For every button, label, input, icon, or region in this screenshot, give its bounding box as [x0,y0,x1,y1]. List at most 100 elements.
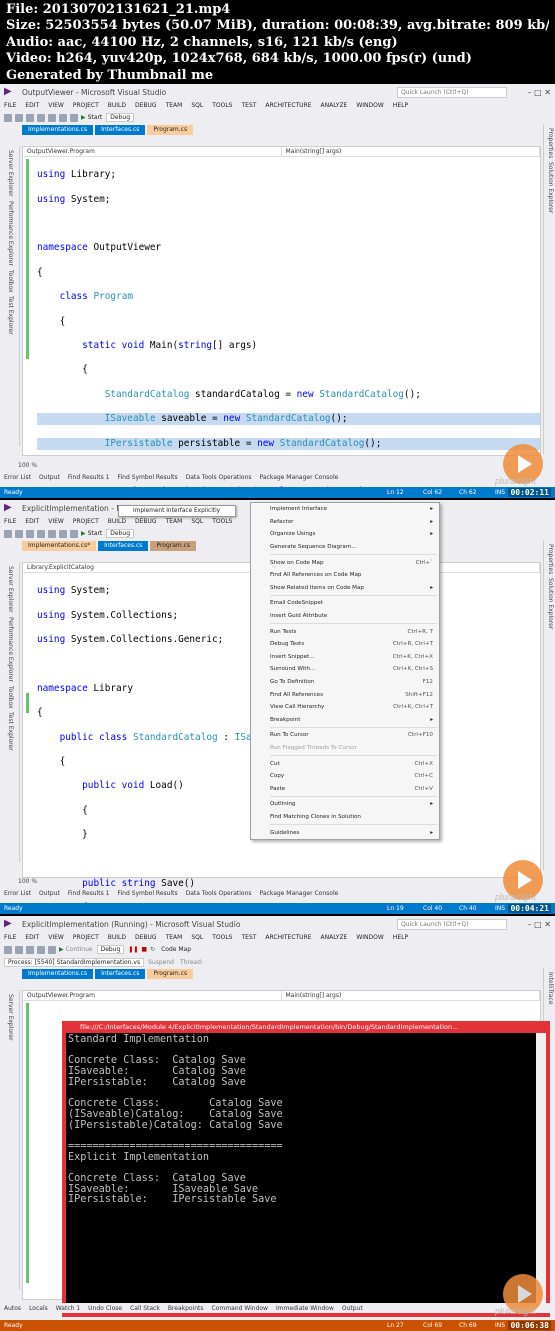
tab-implementations[interactable]: Implementations.cs [22,125,94,135]
menu-analyze[interactable]: ANALYZE [321,934,348,941]
console-scrollbar[interactable] [536,1033,546,1313]
back-icon[interactable] [4,113,12,122]
solution-explorer-tab[interactable]: Solution Explorer [546,162,554,213]
tab-command-window[interactable]: Command Window [212,1305,268,1312]
menu-window[interactable]: WINDOW [356,934,383,941]
tab-find-symbol-results[interactable]: Find Symbol Results [117,890,177,897]
context-menu-item[interactable]: Show Related Items on Code Map ▸ [251,582,439,595]
context-menu-item[interactable]: Paste Ctrl+V [251,782,439,795]
context-menu-item[interactable]: Show on Code Map Ctrl+` [251,556,439,569]
tab-autos[interactable]: Autos [4,1305,21,1312]
undo-icon[interactable] [59,529,67,538]
zoom-level[interactable]: 100 % [18,462,37,469]
zoom-level[interactable]: 100 % [18,878,37,885]
menu-edit[interactable]: EDIT [25,102,39,109]
menu-edit[interactable]: EDIT [25,518,39,525]
performance-explorer-tab[interactable]: Performance Explorer [6,617,14,682]
redo-icon[interactable] [70,529,78,538]
menu-debug[interactable]: DEBUG [135,934,157,941]
tab-breakpoints[interactable]: Breakpoints [168,1305,204,1312]
tab-program[interactable]: Program.cs [147,125,194,135]
save-icon[interactable] [48,113,56,122]
tab-package-manager-console[interactable]: Package Manager Console [260,474,339,481]
menu-build[interactable]: BUILD [108,934,126,941]
menu-sql[interactable]: SQL [191,934,203,941]
code-text[interactable]: using Library; using System; namespace O… [23,157,540,498]
tab-implementations[interactable]: Implementations.cs [22,969,94,979]
break-all-icon[interactable]: ❚❚ [128,946,138,953]
menu-test[interactable]: TEST [241,934,256,941]
context-menu-item[interactable]: Find Matching Clones in Solution [251,811,439,824]
context-menu-item[interactable]: Refactor ▸ [251,516,439,529]
tab-error-list[interactable]: Error List [4,474,31,481]
tab-find-symbol-results[interactable]: Find Symbol Results [117,474,177,481]
menu-architecture[interactable]: ARCHITECTURE [265,934,311,941]
tab-program[interactable]: Program.cs [147,969,194,979]
code-map-button[interactable]: Code Map [161,946,191,953]
context-menu-item[interactable]: Surround With... Ctrl+K, Ctrl+S [251,663,439,676]
forward-icon[interactable] [15,113,23,122]
code-editor[interactable]: OutputViewer.Program Main(string[] args)… [22,146,541,497]
menu-tools[interactable]: TOOLS [212,518,232,525]
context-menu-item[interactable]: Insert Guid Attribute [251,610,439,623]
tab-interfaces[interactable]: Interfaces.cs [95,125,146,135]
menu-build[interactable]: BUILD [108,518,126,525]
menu-help[interactable]: HELP [393,934,408,941]
test-explorer-tab[interactable]: Test Explorer [6,712,14,751]
type-dropdown[interactable]: OutputViewer.Program [23,991,282,1000]
tab-find-results-1[interactable]: Find Results 1 [68,474,110,481]
toolbox-tab[interactable]: Toolbox [6,270,14,293]
menu-analyze[interactable]: ANALYZE [321,102,348,109]
tab-immediate-window[interactable]: Immediate Window [276,1305,334,1312]
open-icon[interactable] [37,529,45,538]
menu-file[interactable]: FILE [4,102,16,109]
tab-call-stack[interactable]: Call Stack [130,1305,160,1312]
tab-locals[interactable]: Locals [29,1305,48,1312]
forward-icon[interactable] [15,529,23,538]
console-window[interactable]: file:///C:/Interfaces/Module 4/ExplicitI… [62,1021,550,1317]
window-controls[interactable]: – □ ✕ [507,920,555,929]
tab-find-results-1[interactable]: Find Results 1 [68,890,110,897]
properties-tab[interactable]: Properties [546,128,554,158]
tab-data-tools-operations[interactable]: Data Tools Operations [186,474,252,481]
context-menu-item[interactable]: Generate Sequence Diagram... [251,541,439,554]
menu-team[interactable]: TEAM [166,102,183,109]
new-project-icon[interactable] [26,945,34,954]
start-icon[interactable]: ▶ [81,114,86,121]
suspend-button[interactable]: Suspend [148,959,174,966]
member-dropdown[interactable]: Main(string[] args) [282,147,540,156]
tab-interfaces[interactable]: Interfaces.cs [95,969,146,979]
context-menu-item[interactable]: Debug Tests Ctrl+R, Ctrl+T [251,638,439,651]
performance-explorer-tab[interactable]: Performance Explorer [6,201,14,266]
test-explorer-tab[interactable]: Test Explorer [6,296,14,335]
menu-architecture[interactable]: ARCHITECTURE [265,102,311,109]
menu-team[interactable]: TEAM [166,518,183,525]
context-menu-item[interactable]: Organize Usings ▸ [251,528,439,541]
console-output[interactable]: Standard Implementation Concrete Class: C… [66,1033,546,1313]
menu-help[interactable]: HELP [393,102,408,109]
implement-interface-explicitly-button[interactable]: Implement Interface Explicitly [118,505,236,517]
server-explorer-tab[interactable]: Server Explorer [6,150,14,197]
menu-view[interactable]: VIEW [48,518,64,525]
open-icon[interactable] [37,945,45,954]
tab-data-tools-operations[interactable]: Data Tools Operations [186,890,252,897]
tab-watch-1[interactable]: Watch 1 [56,1305,80,1312]
quick-launch-input[interactable]: Quick Launch (Ctrl+Q) [397,86,507,98]
start-button[interactable]: Start [88,114,103,121]
menu-project[interactable]: PROJECT [73,102,99,109]
tab-output[interactable]: Output [342,1305,363,1312]
server-explorer-tab[interactable]: Server Explorer [6,994,14,1041]
tab-output[interactable]: Output [39,890,60,897]
context-menu-item[interactable]: View Call Hierarchy Ctrl+K, Ctrl+T [251,701,439,714]
menu-view[interactable]: VIEW [48,934,64,941]
back-icon[interactable] [4,529,12,538]
save-icon[interactable] [48,529,56,538]
context-menu-item[interactable]: Outlining ▸ [251,798,439,811]
configuration-dropdown[interactable]: Debug [106,529,135,538]
tab-implementations[interactable]: Implementations.cs* [22,541,97,551]
save-icon[interactable] [48,945,56,954]
menu-project[interactable]: PROJECT [73,518,99,525]
menu-file[interactable]: FILE [4,518,16,525]
process-dropdown[interactable]: Process: [5540] StandardImplementation.v… [4,957,145,967]
new-project-icon[interactable] [26,529,34,538]
